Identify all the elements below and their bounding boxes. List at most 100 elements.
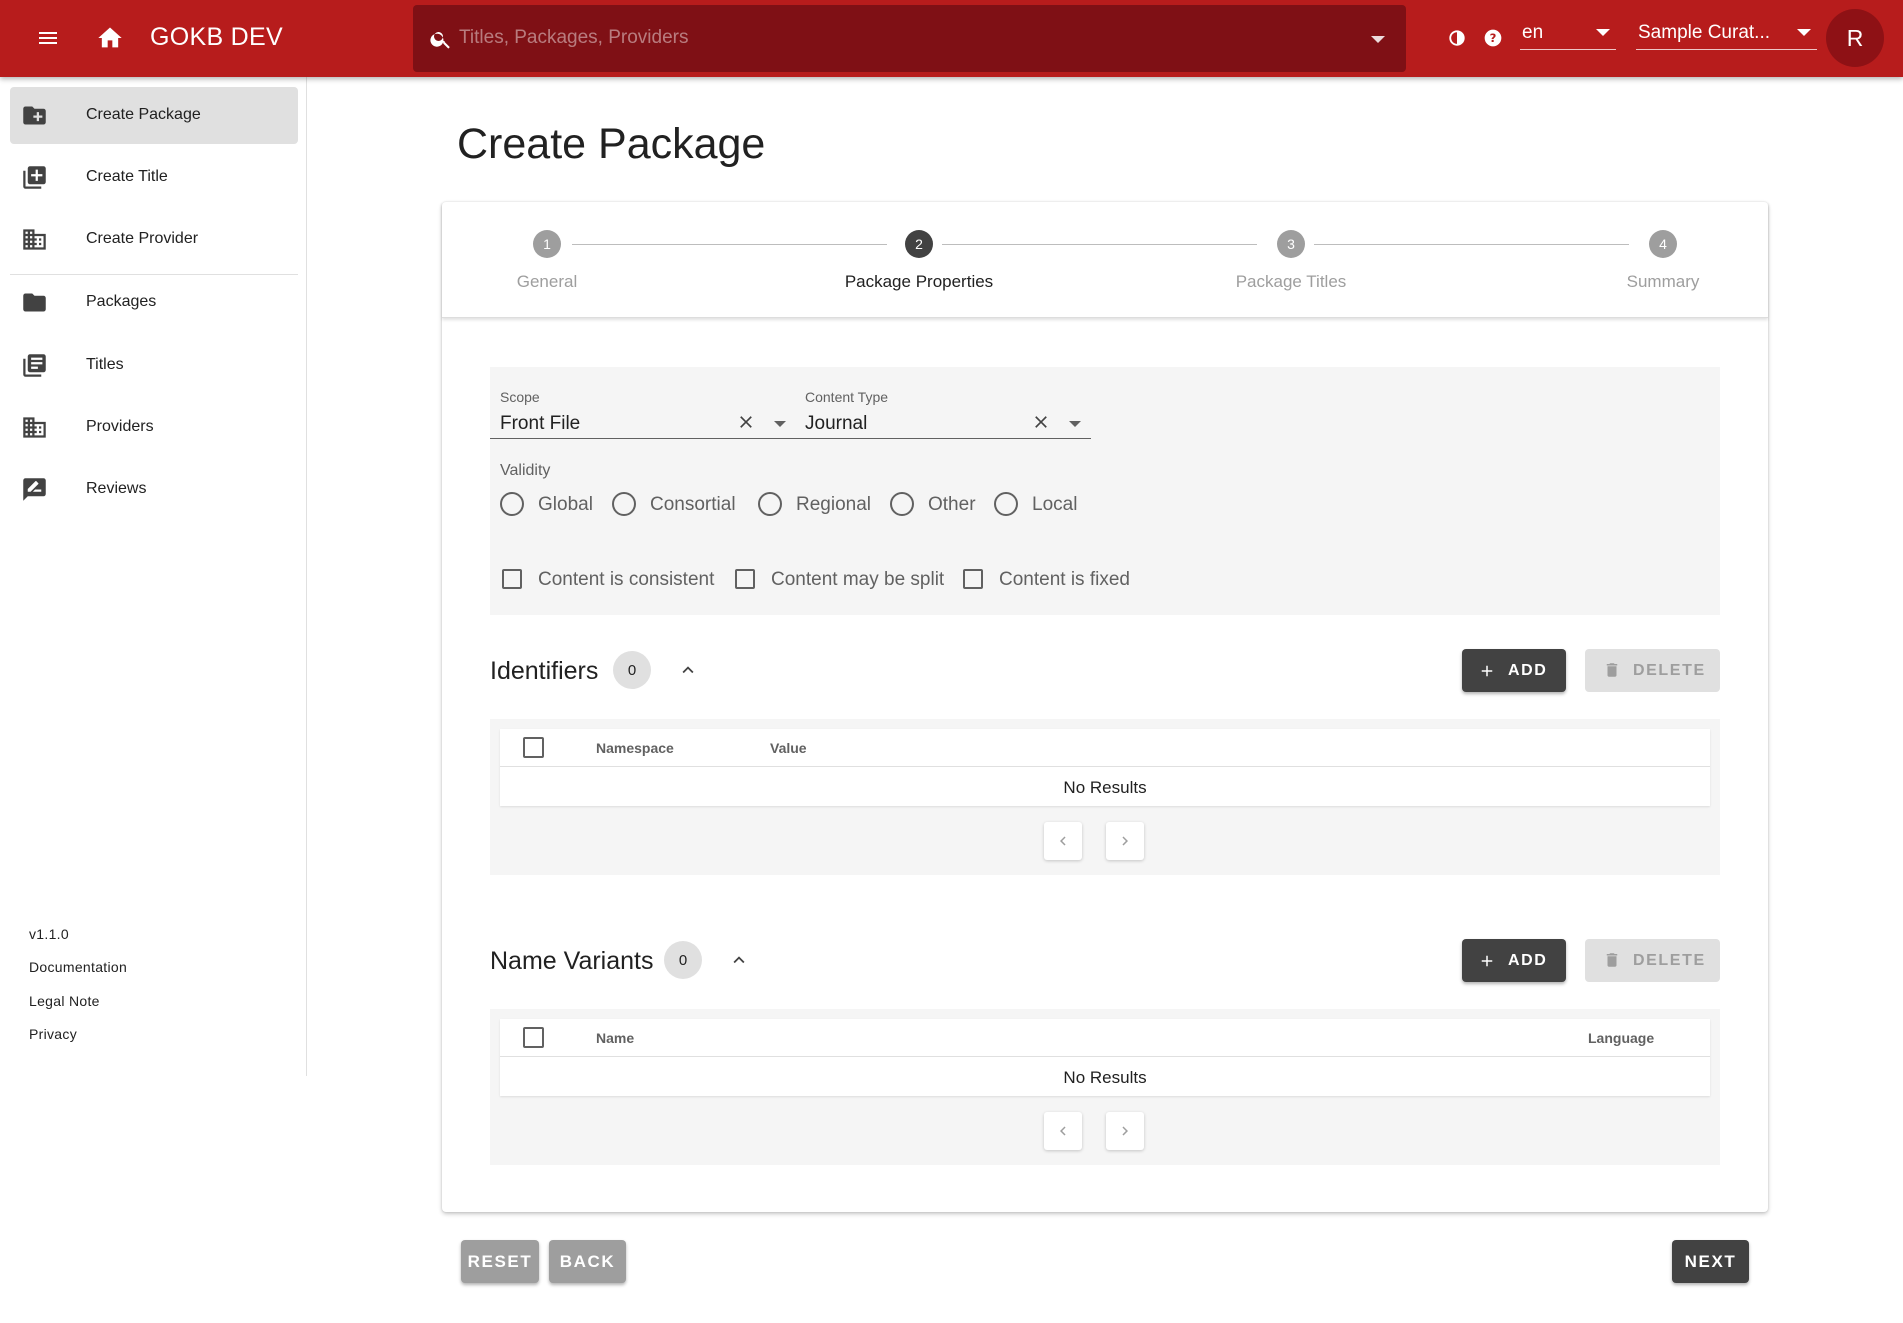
sidebar-item-providers[interactable]: Providers bbox=[10, 399, 298, 456]
user-group-select[interactable]: Sample Curat... bbox=[1636, 18, 1817, 50]
radio-circle bbox=[890, 492, 914, 516]
name-variants-collapse-icon[interactable] bbox=[724, 945, 754, 975]
checkbox-label: Content may be split bbox=[771, 569, 945, 590]
sidebar-item-create-package[interactable]: Create Package bbox=[10, 87, 298, 144]
column-value[interactable]: Value bbox=[770, 740, 807, 756]
folder-icon bbox=[21, 289, 48, 316]
radio-circle bbox=[994, 492, 1018, 516]
name-variants-add-button[interactable]: ADD bbox=[1462, 939, 1566, 982]
validity-label: Validity bbox=[500, 462, 551, 479]
reset-button[interactable]: RESET bbox=[461, 1240, 539, 1283]
trash-icon bbox=[1603, 951, 1621, 974]
home-icon[interactable] bbox=[94, 22, 126, 54]
step-number: 2 bbox=[905, 230, 933, 258]
radio-circle bbox=[758, 492, 782, 516]
scope-select[interactable]: Scope Front File bbox=[490, 379, 796, 439]
previous-page-button[interactable] bbox=[1044, 1112, 1082, 1150]
svg-text:?: ? bbox=[1490, 31, 1497, 45]
chevron-down-icon[interactable] bbox=[774, 421, 786, 427]
table-header: Namespace Value bbox=[500, 729, 1710, 767]
app-title[interactable]: GOKB DEV bbox=[150, 23, 283, 52]
radio-label: Other bbox=[928, 494, 976, 515]
add-library-icon bbox=[21, 164, 48, 191]
select-all-checkbox[interactable] bbox=[523, 737, 544, 758]
chevron-down-icon[interactable] bbox=[1069, 421, 1081, 427]
add-label: ADD bbox=[1508, 952, 1548, 969]
identifiers-add-button[interactable]: ADD bbox=[1462, 649, 1566, 692]
delete-label: DELETE bbox=[1633, 952, 1706, 969]
sidebar-item-create-title[interactable]: Create Title bbox=[10, 149, 298, 206]
checkbox-box bbox=[735, 569, 755, 589]
name-variants-title: Name Variants bbox=[490, 947, 654, 975]
checkbox-label: Content is fixed bbox=[999, 569, 1130, 590]
column-namespace[interactable]: Namespace bbox=[596, 740, 674, 756]
step-label: Package Properties bbox=[844, 272, 994, 291]
checkbox-box bbox=[963, 569, 983, 589]
properties-form: Scope Front File Content Type Journal Va… bbox=[490, 367, 1720, 615]
table-header: Name Language bbox=[500, 1019, 1710, 1057]
plus-icon bbox=[1478, 952, 1496, 975]
empty-message: No Results bbox=[1063, 778, 1147, 797]
scope-label: Scope bbox=[500, 389, 540, 405]
clear-icon[interactable] bbox=[736, 412, 756, 432]
identifiers-table: Namespace Value No Results bbox=[500, 729, 1710, 806]
sidebar-item-label: Create Provider bbox=[86, 230, 199, 247]
step-number: 4 bbox=[1649, 230, 1677, 258]
search-icon bbox=[429, 27, 453, 56]
sidebar-item-label: Create Title bbox=[86, 168, 168, 185]
column-name[interactable]: Name bbox=[596, 1030, 634, 1046]
step-connector bbox=[942, 244, 1257, 245]
name-variants-table-panel: Name Language No Results bbox=[490, 1009, 1720, 1165]
domain-icon bbox=[21, 226, 48, 253]
column-language[interactable]: Language bbox=[1588, 1030, 1654, 1046]
step-label: Summary bbox=[1626, 272, 1700, 291]
identifiers-table-panel: Namespace Value No Results bbox=[490, 719, 1720, 875]
chevron-down-icon bbox=[1596, 29, 1610, 36]
global-search[interactable] bbox=[413, 5, 1406, 72]
sidebar-item-reviews[interactable]: Reviews bbox=[10, 461, 298, 518]
radio-circle bbox=[612, 492, 636, 516]
help-icon[interactable]: ? bbox=[1483, 28, 1503, 53]
next-page-button[interactable] bbox=[1106, 1112, 1144, 1150]
identifiers-title: Identifiers bbox=[490, 657, 599, 685]
avatar[interactable]: R bbox=[1826, 9, 1884, 67]
clear-icon[interactable] bbox=[1031, 412, 1051, 432]
name-variants-table: Name Language No Results bbox=[500, 1019, 1710, 1096]
step-label: General bbox=[516, 272, 578, 291]
content-type-label: Content Type bbox=[805, 389, 889, 405]
identifiers-delete-button[interactable]: DELETE bbox=[1585, 649, 1720, 692]
legal-note-link[interactable]: Legal Note bbox=[29, 993, 100, 1009]
content-type-value: Journal bbox=[805, 413, 868, 434]
search-dropdown-icon[interactable] bbox=[1371, 36, 1385, 43]
user-group-value: Sample Curat... bbox=[1638, 22, 1770, 43]
identifiers-collapse-icon[interactable] bbox=[673, 655, 703, 685]
sidebar-item-titles[interactable]: Titles bbox=[10, 337, 298, 394]
plus-icon bbox=[1478, 662, 1496, 685]
sidebar: Create Package Create Title Create Provi… bbox=[0, 77, 307, 1076]
step-connector bbox=[572, 244, 887, 245]
previous-page-button[interactable] bbox=[1044, 822, 1082, 860]
step-connector bbox=[1314, 244, 1629, 245]
back-button[interactable]: BACK bbox=[549, 1240, 626, 1283]
search-input[interactable] bbox=[459, 23, 1339, 53]
language-select[interactable]: en bbox=[1520, 18, 1616, 50]
delete-label: DELETE bbox=[1633, 662, 1706, 679]
contrast-icon[interactable] bbox=[1448, 29, 1466, 52]
documentation-link[interactable]: Documentation bbox=[29, 959, 127, 975]
content-type-select[interactable]: Content Type Journal bbox=[795, 379, 1091, 439]
name-variants-delete-button[interactable]: DELETE bbox=[1585, 939, 1720, 982]
menu-icon[interactable] bbox=[32, 22, 64, 54]
checkbox-box bbox=[502, 569, 522, 589]
sidebar-item-packages[interactable]: Packages bbox=[10, 274, 298, 331]
radio-label: Consortial bbox=[650, 494, 736, 515]
select-all-checkbox[interactable] bbox=[523, 1027, 544, 1048]
next-button[interactable]: NEXT bbox=[1672, 1240, 1749, 1283]
sidebar-item-create-provider[interactable]: Create Provider bbox=[10, 211, 298, 268]
next-page-button[interactable] bbox=[1106, 822, 1144, 860]
language-value: en bbox=[1522, 22, 1544, 43]
privacy-link[interactable]: Privacy bbox=[29, 1026, 77, 1042]
step-number: 1 bbox=[533, 230, 561, 258]
radio-label: Global bbox=[538, 494, 593, 515]
sidebar-item-label: Create Package bbox=[86, 106, 201, 123]
step-number: 3 bbox=[1277, 230, 1305, 258]
